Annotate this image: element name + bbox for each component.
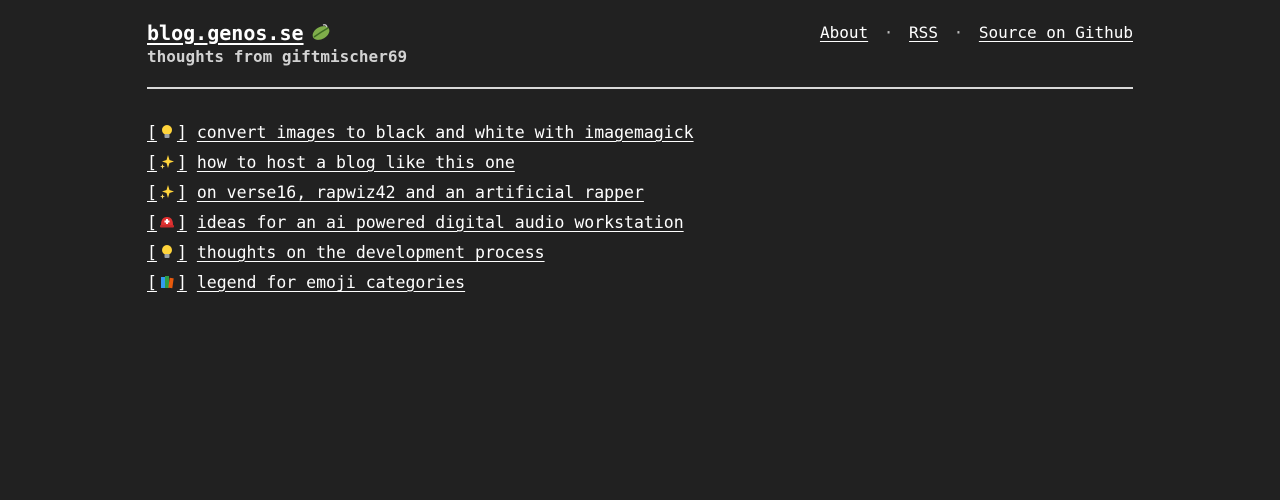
- post-item[interactable]: [ ] how to host a blog like this one: [147, 150, 694, 180]
- sparkles-icon: [157, 182, 177, 199]
- site-title: blog.genos.se: [147, 21, 304, 45]
- post-title-link[interactable]: convert images to black and white with i…: [197, 123, 694, 142]
- sparkles-icon: [157, 152, 177, 169]
- rescue-helmet-icon: [157, 212, 177, 228]
- post-category-tag: [ ]: [147, 183, 187, 202]
- post-item[interactable]: [ ] on verse16, rapwiz42 and an artificia…: [147, 180, 694, 210]
- post-item[interactable]: [ ] thoughts on the development process: [147, 240, 694, 270]
- post-title-link[interactable]: thoughts on the development process: [197, 243, 545, 262]
- post-category-tag: [ ]: [147, 123, 187, 142]
- post-item[interactable]: [ ] ideas for an ai powered digital audio…: [147, 210, 694, 240]
- nav-github-link[interactable]: Source on Github: [979, 23, 1133, 42]
- nav-about-link[interactable]: About: [820, 23, 868, 42]
- post-list: [ ] convert images to black and white wit…: [147, 120, 694, 300]
- post-category-tag: [ ]: [147, 273, 187, 292]
- nav-rss-link[interactable]: RSS: [909, 23, 938, 42]
- site-title-link[interactable]: blog.genos.se: [147, 20, 332, 49]
- lightbulb-icon: [157, 122, 177, 138]
- site-header: blog.genos.se thoughts from giftmischer6…: [147, 20, 1133, 68]
- post-item[interactable]: [ ] convert images to black and white wit…: [147, 120, 694, 150]
- site-subtitle: thoughts from giftmischer69: [147, 47, 408, 66]
- lightbulb-icon: [157, 242, 177, 258]
- post-category-tag: [ ]: [147, 243, 187, 262]
- nav-separator: ·: [953, 23, 964, 42]
- post-title-link[interactable]: legend for emoji categories: [197, 273, 465, 292]
- leaf-icon: [310, 21, 332, 49]
- page-container: blog.genos.se thoughts from giftmischer6…: [147, 20, 1133, 292]
- header-divider: [147, 87, 1133, 89]
- post-category-tag: [ ]: [147, 213, 187, 232]
- post-item[interactable]: [ ] legend for emoji categories: [147, 270, 694, 300]
- post-title-link[interactable]: on verse16, rapwiz42 and an artificial r…: [197, 183, 644, 202]
- post-title-link[interactable]: how to host a blog like this one: [197, 153, 515, 172]
- post-title-link[interactable]: ideas for an ai powered digital audio wo…: [197, 213, 684, 232]
- nav-separator: ·: [883, 23, 894, 42]
- top-nav: About · RSS · Source on Github: [820, 23, 1133, 43]
- post-category-tag: [ ]: [147, 153, 187, 172]
- books-icon: [157, 272, 177, 289]
